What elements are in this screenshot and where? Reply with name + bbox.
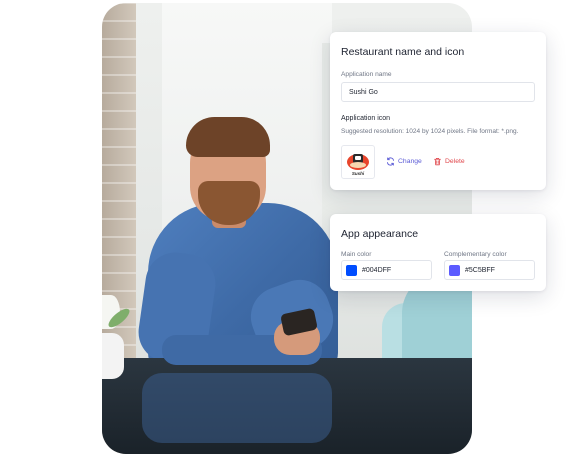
app-icon-preview: Sushi	[341, 145, 375, 179]
complementary-color-input[interactable]: #5C5BFF	[444, 260, 535, 280]
delete-label: Delete	[445, 158, 465, 165]
logo-text: Sushi	[351, 171, 365, 176]
main-color-swatch[interactable]	[346, 264, 357, 276]
app-icon-label: Application icon	[341, 115, 391, 122]
restaurant-card: Restaurant name and icon Application nam…	[330, 32, 546, 190]
change-label: Change	[398, 158, 422, 165]
change-icon-button[interactable]: Change	[386, 157, 422, 166]
person-hair	[186, 117, 270, 157]
restaurant-card-title: Restaurant name and icon	[341, 46, 465, 58]
complementary-color-label: Complementary color	[444, 251, 507, 258]
main-color-input[interactable]: #004DFF	[341, 260, 432, 280]
delete-icon-button[interactable]: Delete	[433, 157, 465, 166]
table-reflection	[142, 373, 332, 443]
main-color-field[interactable]: #004DFF	[341, 260, 432, 280]
main-color-value: #004DFF	[362, 266, 392, 274]
app-name-input[interactable]: Sushi Go	[341, 82, 535, 102]
app-name-label: Application name	[341, 71, 392, 78]
main-color-label: Main color	[341, 251, 372, 258]
vase	[102, 333, 124, 379]
refresh-icon	[387, 157, 394, 166]
app-name-value: Sushi Go	[349, 88, 378, 96]
app-icon-hint: Suggested resolution: 1024 by 1024 pixel…	[341, 128, 519, 135]
trash-icon	[434, 157, 441, 166]
complementary-color-swatch[interactable]	[449, 264, 460, 276]
appearance-card-title: App appearance	[341, 228, 419, 240]
appearance-card: App appearance Main color #004DFF Comple…	[330, 214, 546, 291]
complementary-color-field[interactable]: #5C5BFF	[444, 260, 535, 280]
complementary-color-value: #5C5BFF	[465, 266, 495, 274]
